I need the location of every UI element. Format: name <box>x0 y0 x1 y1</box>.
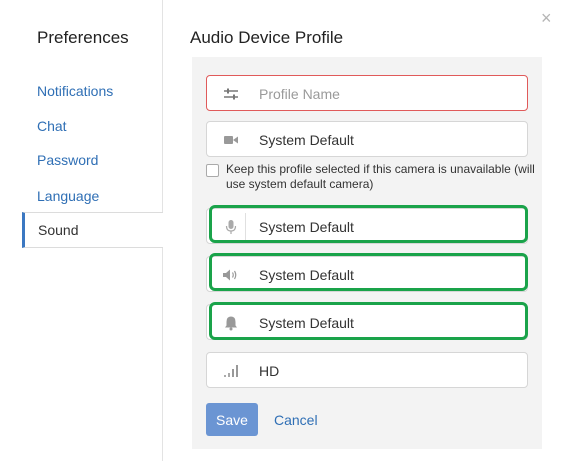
preferences-sidebar: Preferences Notifications Chat Password … <box>0 0 163 461</box>
quality-value: HD <box>259 363 280 379</box>
cancel-button[interactable]: Cancel <box>274 412 318 428</box>
camera-value: System Default <box>259 132 354 148</box>
sliders-icon <box>221 84 241 104</box>
camera-select[interactable]: System Default <box>206 121 528 157</box>
close-icon[interactable]: × <box>541 8 552 29</box>
video-camera-icon <box>221 130 241 150</box>
sidebar-item-label: Sound <box>38 222 79 238</box>
quality-select[interactable]: HD <box>206 352 528 388</box>
sidebar-item-password[interactable]: Password <box>37 152 98 168</box>
sidebar-item-notifications[interactable]: Notifications <box>37 83 113 99</box>
page-title: Audio Device Profile <box>190 28 344 47</box>
sidebar-item-sound[interactable]: Sound <box>22 212 163 248</box>
sidebar-item-language[interactable]: Language <box>37 188 99 204</box>
keep-profile-label: Keep this profile selected if this camer… <box>226 162 535 191</box>
signal-bars-icon <box>221 361 241 381</box>
speaker-highlight <box>209 253 528 291</box>
profile-name-input[interactable]: Profile Name <box>206 75 528 111</box>
keep-profile-checkbox[interactable] <box>206 164 219 177</box>
microphone-highlight <box>209 205 528 243</box>
sidebar-item-chat[interactable]: Chat <box>37 118 67 134</box>
save-button[interactable]: Save <box>206 403 258 436</box>
profile-name-placeholder: Profile Name <box>259 86 340 102</box>
sidebar-title: Preferences <box>37 28 129 47</box>
ringer-highlight <box>209 302 528 340</box>
